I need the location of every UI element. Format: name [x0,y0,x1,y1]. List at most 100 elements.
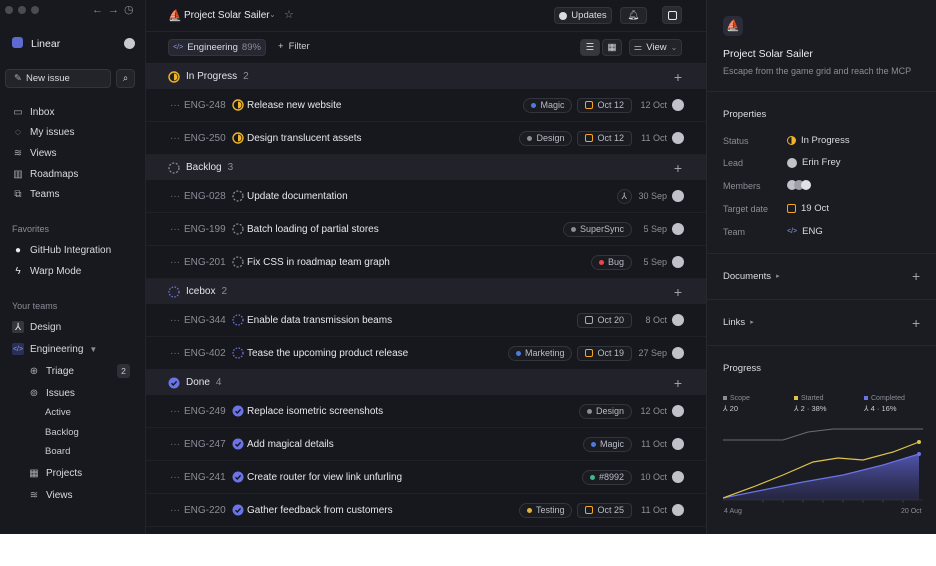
avatar[interactable] [672,504,684,516]
label-chip[interactable]: Design [519,130,573,146]
team-value[interactable]: </> ENG [787,226,823,237]
done-check-icon[interactable] [232,405,244,417]
label-chip[interactable]: Testing [518,502,573,518]
avatar[interactable] [672,99,684,111]
list-view-button[interactable]: ☰ [580,39,600,56]
more-options-icon[interactable]: ··· [170,315,180,326]
avatar[interactable] [672,190,684,202]
star-icon[interactable]: ☆ [284,8,294,21]
more-options-icon[interactable]: ··· [170,100,180,111]
search-button[interactable]: ⌕ [116,69,135,88]
backlog-icon[interactable] [232,223,244,235]
label-chip[interactable]: Bug [590,254,632,270]
history-clock-icon[interactable]: ◷ [124,3,134,16]
table-row[interactable]: ··· ENG-241 Create router for view link un… [146,461,706,494]
icebox-icon[interactable] [232,347,244,359]
group-header-icebox[interactable]: Icebox 2 + [146,279,706,304]
notifications-button[interactable]: 🔔︎ [620,7,647,24]
backlog-icon[interactable] [232,256,244,268]
more-options-icon[interactable]: ··· [170,224,180,235]
more-options-icon[interactable]: ··· [170,439,180,450]
links-section-toggle[interactable]: Links ▸ [723,317,754,329]
more-options-icon[interactable]: ··· [170,406,180,417]
add-issue-button[interactable]: + [674,375,682,391]
done-check-icon[interactable] [232,471,244,483]
view-backlog[interactable]: Backlog [45,427,79,438]
back-arrow-icon[interactable]: ← [92,4,103,16]
table-row[interactable]: ··· ENG-248 Release new website Magic Oct 12… [146,89,706,122]
label-chip[interactable]: Marketing [507,345,573,361]
window-maximize-button[interactable] [31,6,39,14]
issue-title[interactable]: Tease the upcoming product release [247,348,408,359]
label-chip[interactable]: Design [578,403,632,419]
window-minimize-button[interactable] [18,6,26,14]
status-value[interactable]: In Progress [787,135,850,146]
label-chip[interactable]: #8992 [581,469,632,485]
add-issue-button[interactable]: + [674,69,682,85]
table-row[interactable]: ··· ENG-028 Update documentation ⅄ 30 Sep [146,180,706,213]
more-options-icon[interactable]: ··· [170,505,180,516]
table-row[interactable]: ··· ENG-199 Batch loading of partial store… [146,213,706,246]
nav-views[interactable]: ≋ Views [12,144,138,162]
due-date-chip[interactable]: Oct 19 [577,345,632,361]
view-active[interactable]: Active [45,407,71,418]
nav-my-issues[interactable]: ◌ My issues [12,123,138,141]
view-board[interactable]: Board [45,446,70,457]
group-header-in-progress[interactable]: In Progress 2 + [146,64,706,89]
target-date-value[interactable]: 19 Oct [787,203,829,214]
favorite-warp-mode[interactable]: ϟ Warp Mode [12,262,138,280]
group-header-done[interactable]: Done 4 + [146,370,706,395]
done-check-icon[interactable] [232,438,244,450]
table-row[interactable]: ··· ENG-201 Fix CSS in roadmap team graph B… [146,246,706,279]
new-issue-button[interactable]: ✎ New issue [5,69,111,88]
nav-team-views[interactable]: ≋ Views [28,486,132,504]
issue-title[interactable]: Create router for view link unfurling [247,472,402,483]
table-row[interactable]: ··· ENG-249 Replace isometric screenshots D… [146,395,706,428]
documents-section-toggle[interactable]: Documents ▸ [723,271,780,283]
issue-title[interactable]: Batch loading of partial stores [247,224,379,235]
nav-roadmaps[interactable]: ▥ Roadmaps [12,165,138,183]
add-issue-button[interactable]: + [674,160,682,176]
avatar[interactable] [672,132,684,144]
table-row[interactable]: ··· ENG-247 Add magical details Magic 11 Oct [146,428,706,461]
in-progress-icon[interactable] [232,132,244,144]
window-close-button[interactable] [5,6,13,14]
avatar[interactable] [672,438,684,450]
add-document-button[interactable]: + [912,268,920,284]
issue-title[interactable]: Replace isometric screenshots [247,406,383,417]
avatar[interactable] [672,471,684,483]
avatar[interactable] [672,405,684,417]
table-row[interactable]: ··· ENG-220 Gather feedback from customers… [146,494,706,527]
avatar[interactable] [672,347,684,359]
issue-title[interactable]: Release new website [247,100,342,111]
backlog-icon[interactable] [232,190,244,202]
label-chip[interactable]: Magic [523,97,573,113]
avatar[interactable] [672,223,684,235]
issue-title[interactable]: Add magical details [247,439,334,450]
done-check-icon[interactable] [232,504,244,516]
table-row[interactable]: ··· ENG-344 Enable data transmission beams… [146,304,706,337]
workspace-name[interactable]: Linear [31,38,60,50]
issue-title[interactable]: Fix CSS in roadmap team graph [247,257,390,268]
team-filter-chip[interactable]: </> Engineering 89% [168,39,266,56]
members-avatars[interactable] [787,180,811,190]
add-link-button[interactable]: + [912,315,920,331]
more-options-icon[interactable]: ··· [170,133,180,144]
add-issue-button[interactable]: + [674,284,682,300]
label-chip[interactable]: Magic [582,436,632,452]
team-engineering[interactable]: </> Engineering ▼ [12,340,138,358]
more-options-icon[interactable]: ··· [170,348,180,359]
nav-teams[interactable]: ⧉ Teams [12,185,138,203]
more-options-icon[interactable]: ··· [170,257,180,268]
more-options-icon[interactable]: ··· [170,191,180,202]
updates-button[interactable]: Updates [554,7,612,24]
view-options-button[interactable]: ⚌ View ⌄ [629,39,682,56]
more-options-icon[interactable]: ··· [170,472,180,483]
issue-title[interactable]: Update documentation [247,191,348,202]
avatar[interactable] [672,256,684,268]
nav-inbox[interactable]: ▭ Inbox [12,103,138,121]
in-progress-icon[interactable] [232,99,244,111]
lead-value[interactable]: Erin Frey [787,157,841,168]
project-title[interactable]: Project Solar Sailer [184,10,270,21]
issue-title[interactable]: Enable data transmission beams [247,315,392,326]
